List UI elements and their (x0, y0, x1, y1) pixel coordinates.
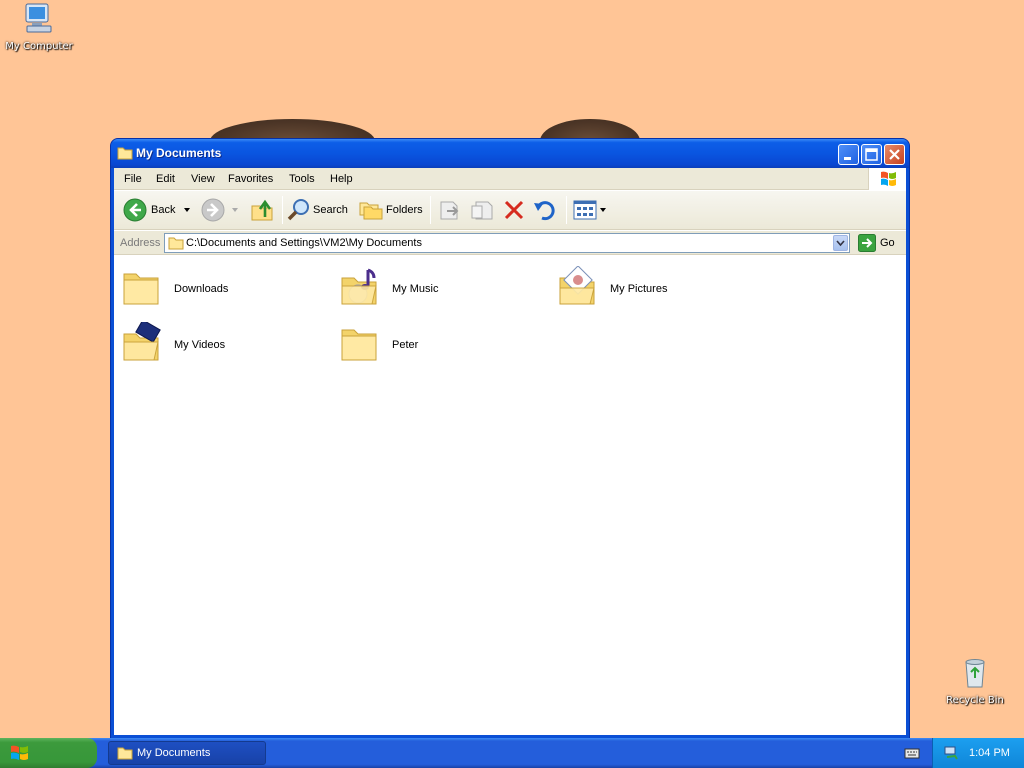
address-bar: Address C:\Documents and Settings\VM2\My… (114, 231, 906, 255)
folder-icon (341, 329, 377, 361)
toolbar-separator (566, 196, 567, 224)
folder-name: My Pictures (610, 283, 668, 295)
go-arrow-icon (858, 234, 876, 252)
chevron-down-icon (184, 208, 190, 212)
views-icon (573, 200, 597, 220)
address-value: C:\Documents and Settings\VM2\My Documen… (186, 237, 422, 249)
menu-tools[interactable]: Tools (289, 173, 315, 185)
go-label: Go (880, 237, 895, 249)
up-folder-button[interactable] (250, 197, 276, 223)
chevron-down-icon (600, 208, 606, 212)
windows-logo-icon (881, 171, 896, 186)
windows-logo (868, 168, 906, 190)
move-to-icon (440, 201, 459, 220)
menu-view[interactable]: View (191, 173, 215, 185)
windows-logo-icon (11, 745, 28, 760)
taskbar-button-my-documents[interactable]: My Documents (108, 741, 266, 765)
chevron-down-icon (836, 240, 845, 247)
back-arrow-icon (123, 198, 147, 222)
window-body: File Edit View Favorites Tools Help Back… (114, 168, 906, 735)
folder-item-my-music[interactable]: My Music (338, 266, 548, 318)
folders-button[interactable]: Folders (358, 197, 424, 223)
folders-label: Folders (386, 204, 423, 216)
folder-name: My Videos (174, 339, 226, 351)
forward-arrow-icon (201, 198, 225, 222)
folder-item-my-pictures[interactable]: My Pictures (556, 266, 766, 318)
move-to-button[interactable] (437, 197, 463, 223)
folder-icon (123, 273, 159, 305)
network-icon[interactable] (943, 745, 959, 761)
minimize-icon (844, 157, 851, 160)
search-icon (287, 199, 309, 221)
address-dropdown-button[interactable] (833, 235, 848, 251)
back-button[interactable]: Back (122, 197, 194, 223)
desktop-icon-label: Recycle Bin (946, 695, 1004, 706)
search-label: Search (313, 204, 348, 216)
folder-icon (117, 147, 133, 160)
system-tray: 1:04 PM (932, 738, 1024, 768)
toolbar-separator (282, 196, 283, 224)
search-button[interactable]: Search (286, 197, 354, 223)
minimize-button[interactable] (838, 144, 859, 165)
folder-icon (117, 747, 133, 760)
keyboard-icon[interactable] (904, 746, 920, 760)
folder-item-my-videos[interactable]: My Videos (120, 322, 330, 374)
folder-item-peter[interactable]: Peter (338, 322, 548, 374)
undo-icon (534, 201, 555, 221)
menu-edit[interactable]: Edit (156, 173, 175, 185)
music-folder-icon (341, 268, 377, 305)
address-input[interactable]: C:\Documents and Settings\VM2\My Documen… (164, 233, 850, 253)
explorer-window: My Documents File Edit View Favorites To… (110, 138, 910, 739)
recycle-bin-icon (965, 659, 985, 688)
menu-favorites[interactable]: Favorites (228, 173, 273, 185)
folder-name: Peter (392, 339, 419, 351)
maximize-button[interactable] (861, 144, 882, 165)
taskbar-button-label: My Documents (137, 747, 211, 759)
delete-icon (504, 200, 524, 220)
folders-icon (359, 202, 383, 220)
views-button[interactable] (572, 197, 608, 223)
back-label: Back (151, 204, 176, 216)
copy-to-icon (471, 201, 493, 220)
title-bar[interactable]: My Documents (111, 139, 909, 168)
menu-file[interactable]: File (124, 173, 142, 185)
my-computer-icon (25, 3, 52, 33)
go-button[interactable]: Go (856, 234, 902, 252)
pictures-folder-icon (559, 266, 595, 305)
videos-folder-icon (123, 322, 161, 361)
taskbar: My Documents 1:04 PM (0, 738, 1024, 768)
maximize-icon (865, 148, 878, 161)
close-button[interactable] (884, 144, 905, 165)
window-title: My Documents (136, 146, 222, 160)
toolbar-separator (430, 196, 431, 224)
folder-name: My Music (392, 283, 439, 295)
undo-button[interactable] (532, 197, 558, 223)
folder-icon (168, 237, 184, 250)
folder-item-downloads[interactable]: Downloads (120, 266, 330, 318)
delete-button[interactable] (501, 197, 527, 223)
close-icon (889, 149, 900, 160)
folder-name: Downloads (174, 283, 229, 295)
up-folder-icon (251, 199, 273, 221)
forward-button[interactable] (200, 197, 240, 223)
menu-help[interactable]: Help (330, 173, 353, 185)
clock: 1:04 PM (969, 747, 1010, 759)
start-button[interactable] (0, 738, 97, 768)
desktop-icon-recycle-bin[interactable]: Recycle Bin (935, 656, 1015, 706)
toolbar: Back Search Folders (114, 191, 906, 230)
folder-view: Downloads My Music My Pictures My Videos… (114, 256, 906, 735)
address-label: Address (120, 237, 161, 249)
desktop-icon-label: My Computer (5, 41, 73, 52)
copy-to-button[interactable] (469, 197, 495, 223)
chevron-down-icon (232, 208, 238, 212)
menu-bar: File Edit View Favorites Tools Help (114, 168, 906, 190)
desktop-icon-my-computer[interactable]: My Computer (0, 2, 79, 52)
